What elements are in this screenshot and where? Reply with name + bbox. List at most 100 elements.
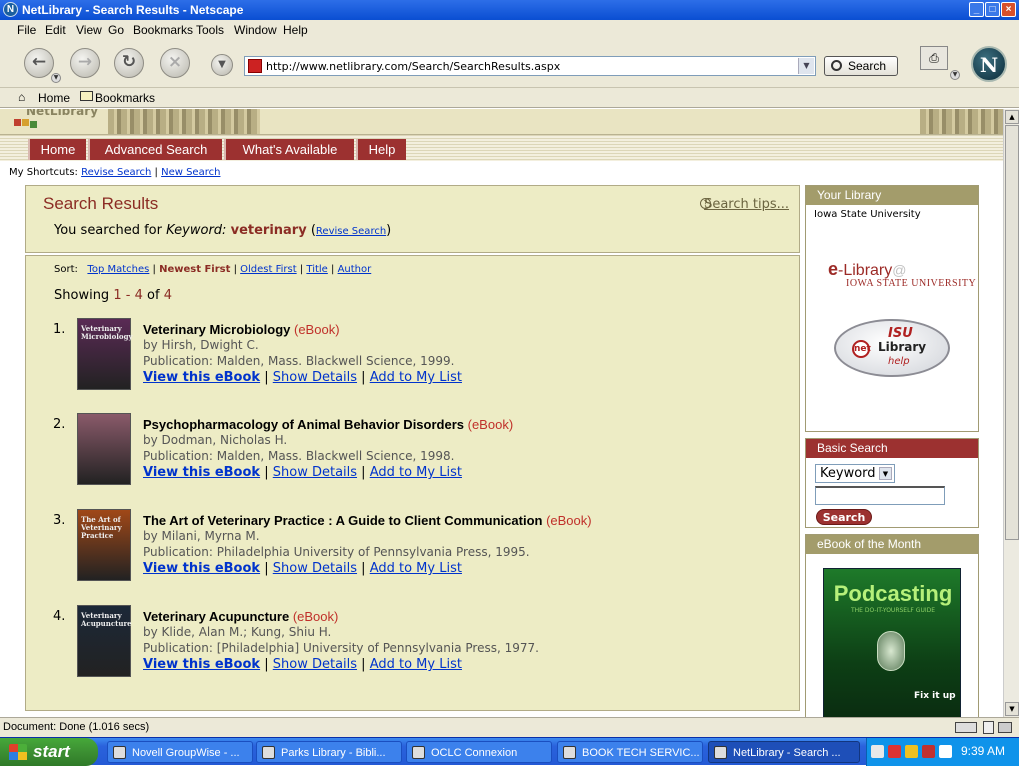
taskbar-item-oclc-connexion[interactable]: OCLC Connexion [406,741,552,763]
sort-author[interactable]: Author [338,264,372,275]
elibrary-logo[interactable]: e-Library@ [828,259,906,280]
toolbar-search-button[interactable]: Search [824,56,898,76]
help-library: Library [878,340,927,354]
menu-edit[interactable]: Edit [45,23,66,37]
home-bookmark[interactable]: Home [38,91,70,105]
book-cover-thumbnail[interactable] [77,413,131,485]
shortcut-revise-search[interactable]: Revise Search [81,167,151,178]
search-type-select[interactable]: Keyword ▼ [815,464,895,483]
tab-home[interactable]: Home [28,139,86,160]
tab-help[interactable]: Help [356,139,406,160]
menu-go[interactable]: Go [108,23,124,37]
menu-tools[interactable]: Tools [196,23,224,37]
bookmarks-folder[interactable]: Bookmarks [95,91,155,105]
result-title[interactable]: Veterinary Microbiology (eBook) [143,322,340,337]
history-dropdown-icon[interactable]: ▼ [211,54,233,76]
show-details-link[interactable]: Show Details [273,465,357,480]
taskbar-item-parks-library[interactable]: Parks Library - Bibli... [256,741,402,763]
add-to-list-link[interactable]: Add to My List [370,657,462,672]
close-button[interactable]: × [1001,2,1016,17]
tab-whats-available[interactable]: What's Available [224,139,354,160]
basic-search-input[interactable] [815,486,945,505]
sort-title[interactable]: Title [306,264,327,275]
taskbar-item-book-tech[interactable]: BOOK TECH SERVIC... [557,741,703,763]
chevron-down-icon[interactable]: ▼ [879,467,892,480]
link-separator: | [264,657,269,672]
start-button[interactable]: start [0,738,98,766]
connection-icon [955,722,977,733]
result-author: by Dodman, Nicholas H. [143,433,288,447]
book-cover-thumbnail[interactable]: The Art of Veterinary Practice [77,509,131,581]
stop-icon[interactable]: × [160,48,190,78]
menu-view[interactable]: View [76,23,102,37]
tray-network-icon[interactable] [905,745,918,758]
view-ebook-link[interactable]: View this eBook [143,657,260,672]
offline-icon[interactable] [998,722,1012,733]
system-tray: 9:39 AM [866,738,1019,766]
folder-icon[interactable] [80,91,93,101]
view-ebook-link[interactable]: View this eBook [143,370,260,385]
menu-file[interactable]: File [17,23,36,37]
print-icon[interactable]: ⎙ [920,46,948,70]
clock[interactable]: 9:39 AM [961,744,1005,758]
menu-help[interactable]: Help [283,23,308,37]
add-to-list-link[interactable]: Add to My List [370,370,462,385]
url-text[interactable]: http://www.netlibrary.com/Search/SearchR… [266,60,560,73]
maximize-button[interactable]: □ [985,2,1000,17]
forward-arrow-icon[interactable]: → [70,48,100,78]
shortcut-separator: | [154,167,158,178]
tab-advanced-search[interactable]: Advanced Search [88,139,222,160]
book-cover-thumbnail[interactable]: Veterinary Microbiology [77,318,133,390]
minimize-button[interactable]: _ [969,2,984,17]
add-to-list-link[interactable]: Add to My List [370,465,462,480]
url-field[interactable]: http://www.netlibrary.com/Search/SearchR… [244,56,816,76]
netlibrary-logo[interactable]: NetLibrary [26,109,98,118]
menu-window[interactable]: Window [234,23,277,37]
tray-arrow-icon[interactable] [871,745,884,758]
logo-square-icon [30,121,37,128]
book-cover-thumbnail[interactable]: Veterinary Acupuncture [77,605,132,677]
result-title[interactable]: Veterinary Acupuncture (eBook) [143,609,338,624]
revise-search-link[interactable]: Revise Search [316,226,386,237]
url-dropdown-icon[interactable]: ▼ [798,58,814,74]
shortcut-new-search[interactable]: New Search [161,167,220,178]
result-publication: Publication: Malden, Mass. Blackwell Sci… [143,449,455,463]
add-to-list-link[interactable]: Add to My List [370,561,462,576]
print-dropdown-icon[interactable]: ▼ [950,70,960,80]
show-details-link[interactable]: Show Details [273,561,357,576]
scroll-down-icon[interactable]: ▼ [1005,702,1019,716]
cover-text: Veterinary Microbiology [81,324,133,341]
scroll-up-icon[interactable]: ▲ [1005,110,1019,124]
taskbar-item-netlibrary[interactable]: NetLibrary - Search ... [708,741,860,763]
elib-at: @ [892,262,907,278]
show-details-link[interactable]: Show Details [273,657,357,672]
result-title[interactable]: The Art of Veterinary Practice : A Guide… [143,513,592,528]
back-arrow-icon[interactable]: ← [24,48,54,78]
result-title-text: Veterinary Microbiology [143,322,291,337]
sort-top-matches[interactable]: Top Matches [87,264,149,275]
search-tips-link[interactable]: Search tips... [704,197,789,212]
result-title[interactable]: Psychopharmacology of Animal Behavior Di… [143,417,513,432]
back-dropdown-icon[interactable]: ▼ [51,73,61,83]
netscape-logo-icon[interactable]: N [971,46,1007,82]
elib-e: e [828,259,839,279]
home-icon[interactable]: ⌂ [18,90,25,104]
vertical-scrollbar[interactable]: ▲ ▼ [1003,109,1019,717]
sort-oldest-first[interactable]: Oldest First [240,264,297,275]
scrollbar-thumb[interactable] [1005,125,1019,540]
reload-icon[interactable]: ↻ [114,48,144,78]
show-details-link[interactable]: Show Details [273,370,357,385]
tray-antivirus-icon[interactable] [922,745,935,758]
taskbar-item-groupwise[interactable]: Novell GroupWise - ... [107,741,253,763]
view-ebook-link[interactable]: View this eBook [143,561,260,576]
ebook-of-month-heading: eBook of the Month [806,535,978,554]
sort-newest-first[interactable]: Newest First [159,264,230,275]
view-ebook-link[interactable]: View this eBook [143,465,260,480]
basic-search-button[interactable]: Search [816,509,872,525]
menu-bookmarks[interactable]: Bookmarks [133,23,193,37]
tray-app-icon[interactable] [888,745,901,758]
tray-volume-icon[interactable] [939,745,952,758]
ebook-of-month-cover[interactable]: Podcasting THE DO-IT-YOURSELF GUIDE Fix … [823,568,961,717]
security-lock-icon[interactable] [983,721,994,734]
isu-netlibrary-help-button[interactable]: ISU net Library help [834,319,950,377]
